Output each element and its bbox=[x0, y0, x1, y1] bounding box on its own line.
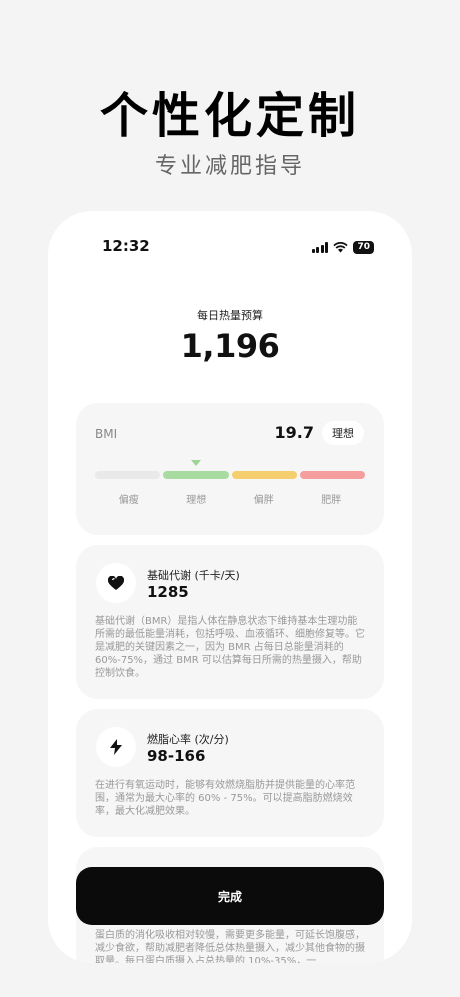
heart-rate-title: 燃脂心率 (次/分) bbox=[147, 733, 229, 746]
battery-icon: 70 bbox=[353, 241, 374, 254]
status-icons: 70 bbox=[311, 238, 374, 257]
bmi-segment-ideal bbox=[163, 471, 229, 479]
fat-burn-heart-rate-card: 燃脂心率 (次/分) 98-166 在进行有氧运动时，能够有效燃烧脂肪并提供能量… bbox=[76, 709, 384, 837]
bmi-pointer-icon bbox=[191, 460, 201, 466]
heart-rate-value: 98-166 bbox=[147, 747, 206, 765]
bmi-segment-overweight bbox=[231, 471, 297, 479]
bmr-value: 1285 bbox=[147, 583, 189, 601]
hero-subtitle: 专业减肥指导 bbox=[154, 154, 305, 179]
lightning-icon bbox=[96, 727, 136, 767]
status-time: 12:32 bbox=[102, 237, 150, 255]
wifi-icon bbox=[333, 238, 349, 257]
bmr-title: 基础代谢 (千卡/天) bbox=[147, 569, 240, 582]
bmi-segment-underweight bbox=[95, 471, 161, 479]
phone-frame: 12:32 70 每日热量预算 1,196 BMI 19.7 理想 偏瘦 理想 … bbox=[48, 211, 412, 963]
budget-label: 每日热量预算 bbox=[197, 309, 263, 322]
signal-icon bbox=[311, 242, 329, 253]
bmr-card: 基础代谢 (千卡/天) 1285 基础代谢（BMR）是指人体在静息状态下维持基本… bbox=[76, 545, 384, 699]
bmi-scale-bar bbox=[95, 471, 365, 479]
bmi-segment-label: 理想 bbox=[186, 495, 207, 506]
bmr-description: 基础代谢（BMR）是指人体在静息状态下维持基本生理功能所需的最低能量消耗，包括呼… bbox=[95, 616, 365, 679]
bmi-label: BMI bbox=[95, 427, 118, 441]
budget-value: 1,196 bbox=[180, 327, 280, 365]
bmi-scale-labels: 偏瘦 理想 偏胖 肥胖 bbox=[95, 491, 365, 506]
protein-description: 蛋白质的消化吸收相对较慢，需要更多能量，可延长饱腹感，减少食欲，帮助减肥者降低总… bbox=[95, 930, 365, 963]
bmi-card: BMI 19.7 理想 偏瘦 理想 偏胖 肥胖 bbox=[76, 403, 384, 535]
status-bar: 12:32 70 bbox=[48, 235, 412, 259]
bmi-segment-label: 偏瘦 bbox=[118, 495, 139, 506]
hero-title: 个性化定制 bbox=[99, 88, 360, 144]
heart-rate-description: 在进行有氧运动时，能够有效燃烧脂肪并提供能量的心率范围，通常为最大心率的 60%… bbox=[95, 780, 355, 817]
bmi-segment-obese bbox=[299, 471, 365, 479]
heart-icon bbox=[96, 563, 136, 603]
bmi-segment-label: 肥胖 bbox=[321, 495, 342, 506]
bmi-segment-label: 偏胖 bbox=[253, 495, 274, 506]
bmi-status-badge: 理想 bbox=[322, 421, 364, 445]
bmi-value: 19.7 bbox=[274, 423, 314, 442]
done-button[interactable]: 完成 bbox=[76, 867, 384, 925]
